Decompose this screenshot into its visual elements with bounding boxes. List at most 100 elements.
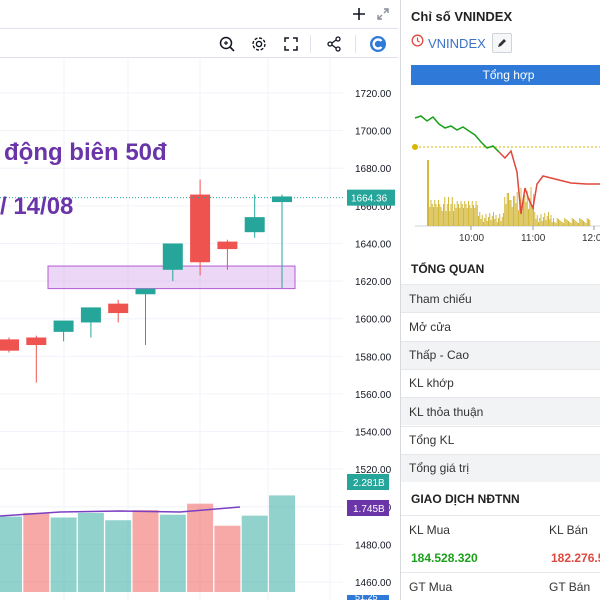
volume-bar [23,512,50,592]
logo-icon[interactable] [367,33,389,55]
mini-volume-bar [565,219,567,226]
mini-volume-bar [588,219,589,226]
fullscreen-icon[interactable] [280,33,302,55]
mini-volume-bar [489,213,491,226]
mini-volume-bar [464,201,466,226]
zoom-icon[interactable] [216,33,238,55]
overview-row: Thấp - Cao [401,340,600,369]
mini-volume-bar [581,220,583,226]
mini-volume-bar [439,204,441,226]
share-icon[interactable] [323,33,345,55]
mini-volume-bar [499,214,501,226]
mini-volume-bar [560,221,562,226]
candle-body [244,217,265,233]
overview-row-label: Mở cửa [409,319,451,334]
price-tick-label: 1700.00 [355,127,392,138]
mini-volume-bar [466,208,468,226]
mini-volume-bar [436,207,438,226]
mini-volume-bar [543,217,544,226]
price-tick-label: 1560.00 [355,390,392,401]
summary-button[interactable]: Tổng hợp [411,65,600,85]
mini-volume-spike [427,160,429,226]
mini-volume-bar [491,216,493,226]
mini-volume-bar [506,193,508,226]
mini-volume-bar [513,196,514,226]
volume-bar [187,503,214,592]
mini-volume-bar [586,218,588,226]
clock-icon [411,34,424,52]
mini-volume-bar [571,218,573,226]
mini-volume-bar [536,215,538,226]
candle-body [135,288,156,295]
mini-volume-bar [534,212,536,226]
foreign-heading: GIAO DỊCH NĐTNN [411,492,520,506]
plus-icon[interactable] [348,3,370,25]
mini-volume-bar [469,205,471,226]
mini-volume-bar [556,218,558,226]
edit-symbol-button[interactable] [491,33,512,53]
mini-volume-bar [453,211,454,226]
volume-bar [159,514,186,592]
mini-volume-bar [463,208,464,226]
overview-row: Tham chiếu [401,284,600,312]
mini-volume-bar [500,221,502,226]
mini-volume-bar [535,219,537,226]
chart-panel: 1720.00 1700.00 1680.00 1660.00 1640.00 1620.… [0,0,398,600]
mini-volume-bar [488,217,489,226]
time-label: 12:0 [582,233,600,244]
mini-volume-bar [514,196,516,226]
mini-volume-bar [559,220,561,226]
mini-volume-bar [508,193,509,226]
overview-row-label: Tham chiếu [409,291,472,306]
mini-volume-bar [554,222,556,226]
settings-icon[interactable] [248,33,270,55]
mini-volume-bar [449,211,451,226]
overview-row: KL thỏa thuận [401,397,600,426]
mini-volume-bar [575,221,577,226]
mini-volume-bar [546,216,548,226]
mini-volume-bar [444,197,446,226]
mini-volume-bar [450,204,452,226]
reference-dot [412,144,418,150]
mini-volume-bar [470,208,472,226]
mini-volume-bar [494,219,496,226]
price-tick-label: 1480.00 [355,540,392,551]
mini-volume-bar [505,204,507,226]
price-tick-label: 1540.00 [355,428,392,439]
mini-volume-bar [579,218,581,226]
mini-volume-bar [441,211,443,226]
mini-volume-bar [484,218,486,226]
mini-volume-bar [568,221,569,226]
kl-ban-value: 182.276.5 [551,551,600,565]
volume-bar [132,510,159,592]
mini-volume-bar [498,218,499,226]
info-panel: Chỉ số VNINDEX VNINDEX Tổng hợp 10:00 11:… [400,0,600,600]
overview-row: KL khớp [401,368,600,397]
candle-body [217,241,238,250]
overview-row: Mở cửa [401,312,600,340]
mini-volume-bar [539,218,541,226]
mini-volume-bar [511,207,513,226]
mini-volume-bar [440,207,442,226]
expand-icon[interactable] [372,3,394,25]
mini-volume-bar [495,215,497,226]
mini-volume-bar [570,223,572,226]
symbol-name[interactable]: VNINDEX [428,36,486,51]
mini-volume-bar [433,207,434,226]
panel-title: Chỉ số VNINDEX [411,9,513,24]
price-tick-label: 1460.00 [355,578,392,589]
divider [401,572,600,573]
candle-body [190,194,211,263]
mini-volume-bar [518,210,519,226]
mini-volume-bar [474,208,476,226]
overview-row-label: Thấp - Cao [409,348,470,363]
mini-volume-bar [493,212,494,226]
mini-volume-bar [461,204,463,226]
overview-row-label: Tổng giá trị [409,461,470,476]
volume-bar [77,512,104,592]
volume-label-2: 1.745B [353,504,385,515]
volume-bar [0,516,22,592]
mini-volume-bar [578,223,579,226]
mini-volume-bar [576,222,578,226]
mini-volume-bar [435,204,437,226]
